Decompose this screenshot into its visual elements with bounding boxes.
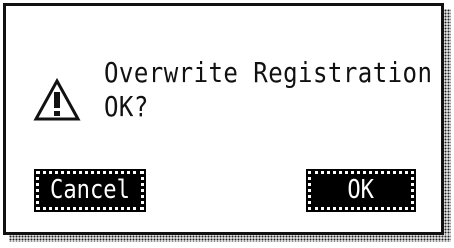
dialog-message: Overwrite Registration OK?: [104, 56, 432, 124]
message-line-2: OK?: [104, 90, 149, 123]
dialog-shadow-right: [444, 9, 451, 241]
ok-button[interactable]: OK: [306, 169, 416, 212]
ok-button-label: OK: [347, 175, 375, 205]
cancel-button[interactable]: Cancel: [34, 169, 146, 212]
message-line-1: Overwrite Registration: [104, 56, 433, 89]
cancel-button-label: Cancel: [50, 175, 130, 205]
warning-triangle-icon: [33, 78, 81, 121]
dialog-shadow-bottom: [9, 235, 451, 242]
